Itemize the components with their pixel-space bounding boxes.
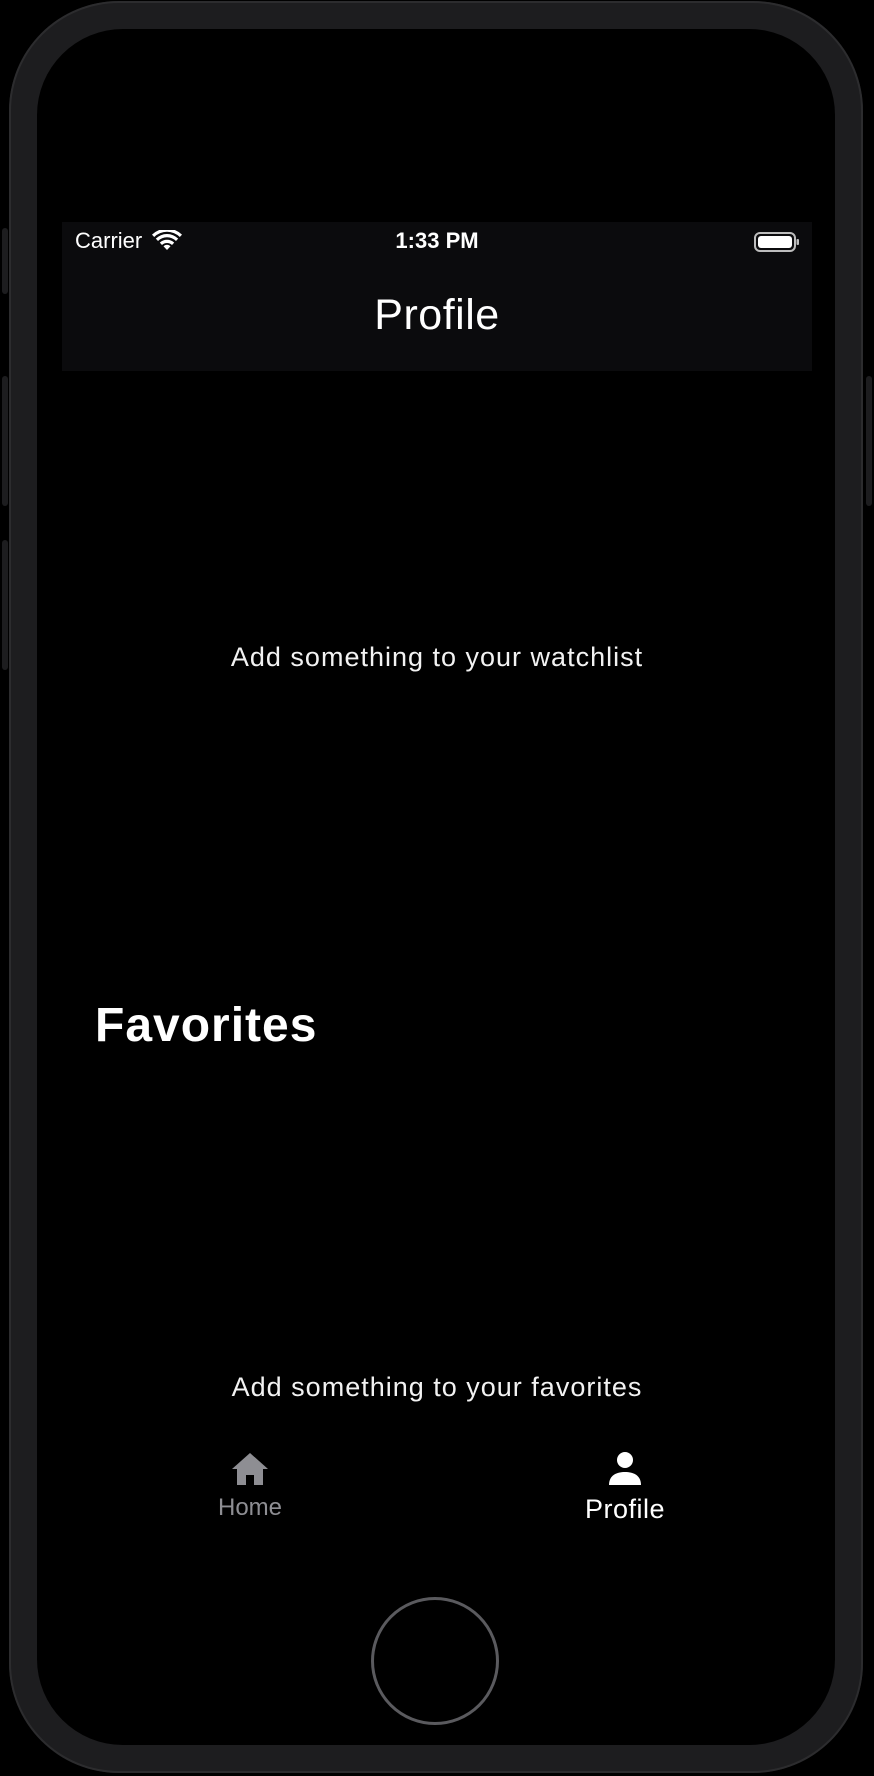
tab-home[interactable]: Home <box>150 1450 350 1550</box>
volume-down-button <box>2 540 8 670</box>
tab-profile-label: Profile <box>584 1494 666 1524</box>
person-icon <box>609 1452 641 1485</box>
app-screen: Carrier 1:33 PM Profile Add something to… <box>62 222 812 1556</box>
tab-profile[interactable]: Profile <box>525 1450 725 1550</box>
power-button <box>866 376 872 506</box>
silent-switch <box>2 228 8 294</box>
volume-up-button <box>2 376 8 506</box>
house-icon <box>232 1453 268 1485</box>
tab-bar: Home Profile <box>62 1450 812 1556</box>
page-title: Profile <box>374 291 500 339</box>
battery-icon <box>754 232 799 252</box>
navigation-bar: Carrier 1:33 PM Profile <box>62 222 812 371</box>
home-button[interactable] <box>371 1597 499 1725</box>
tab-home-label: Home <box>217 1494 283 1521</box>
watchlist-empty-message: Add something to your watchlist <box>230 642 644 672</box>
favorites-empty-message: Add something to your favorites <box>231 1372 643 1402</box>
status-time: 1:33 PM <box>395 228 479 253</box>
favorites-section-title: Favorites <box>95 999 318 1052</box>
status-bar: Carrier 1:33 PM <box>62 222 812 262</box>
